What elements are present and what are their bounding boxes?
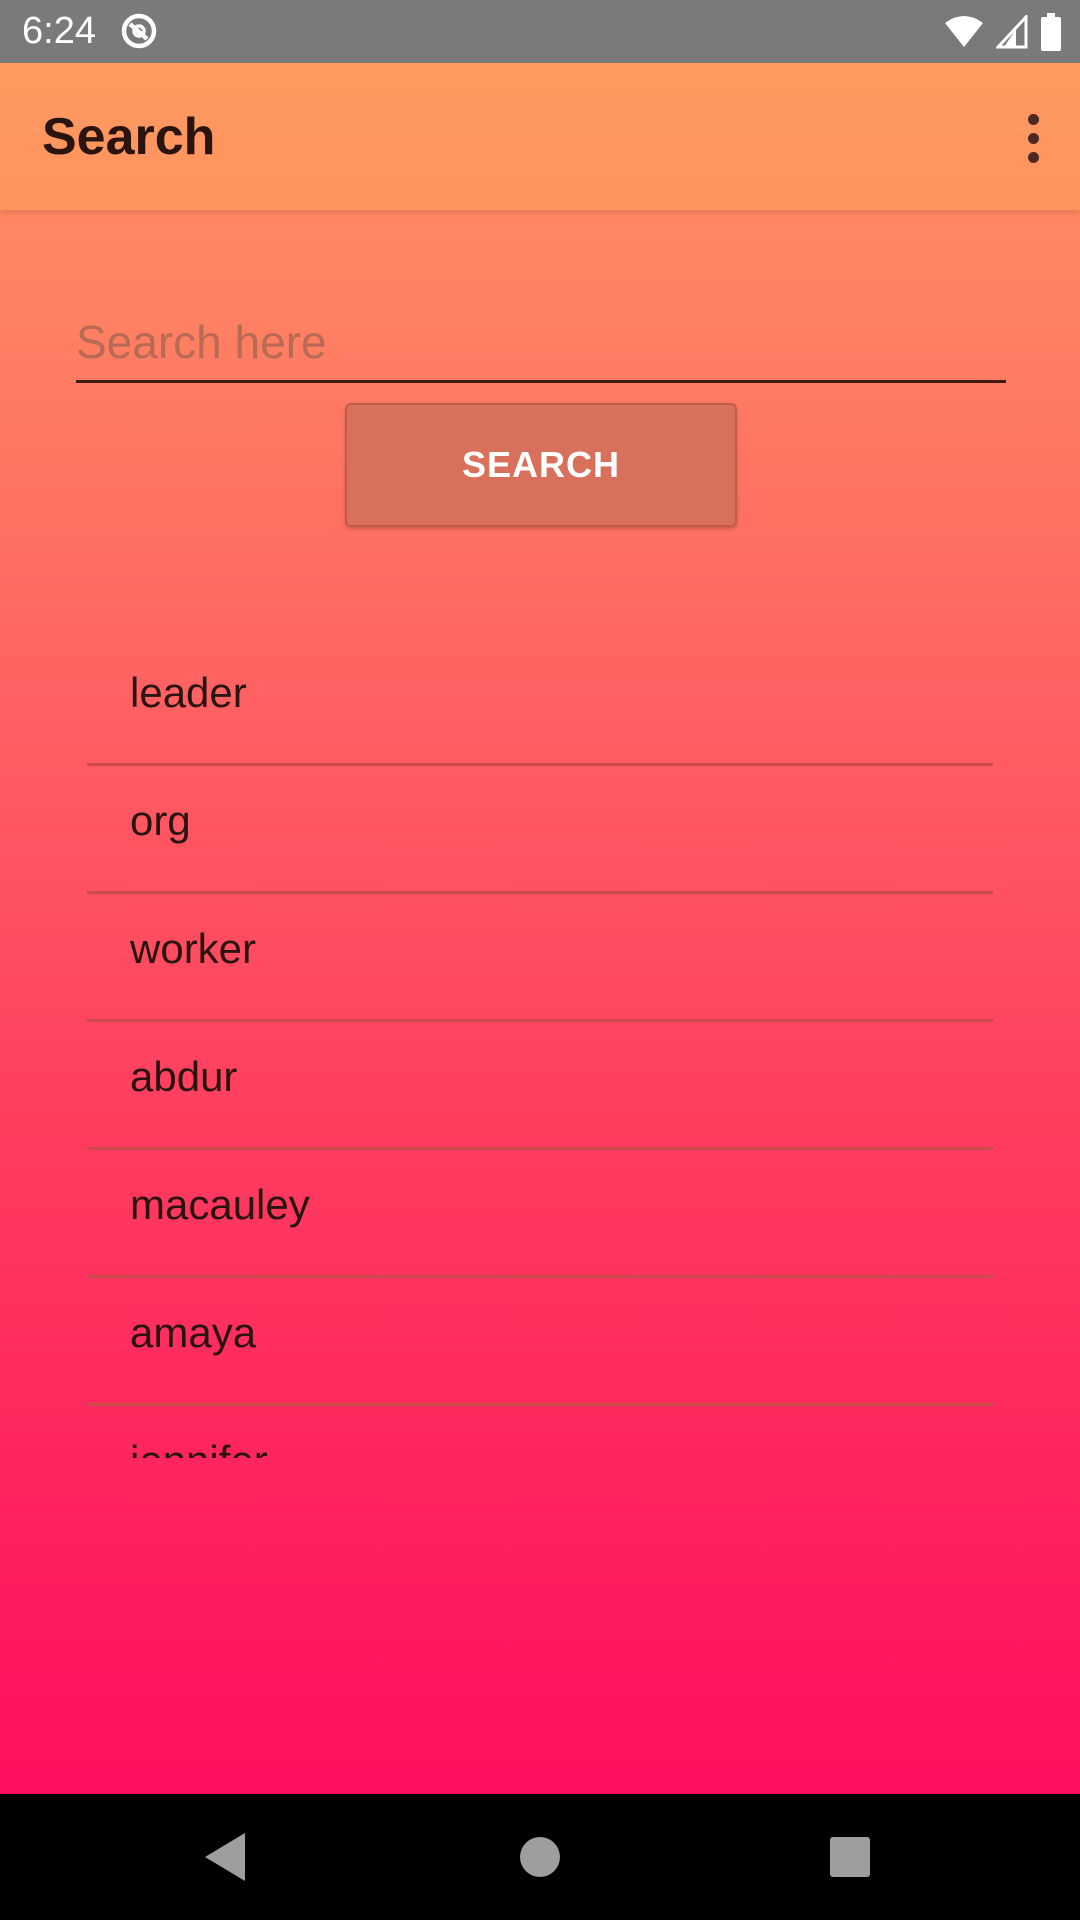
results-list: leader org worker abdur macauley amaya j…	[87, 638, 993, 1458]
battery-icon	[1041, 13, 1061, 51]
cell-signal-icon	[996, 15, 1028, 49]
status-time: 6:24	[22, 10, 96, 52]
list-item-label: macauley	[130, 1181, 310, 1228]
back-icon	[205, 1833, 245, 1881]
status-bar: 6:24	[0, 0, 1080, 63]
app-content: Search SEARCH leader org worker abdur	[0, 63, 1080, 1794]
list-item[interactable]: jennifer	[87, 1406, 993, 1458]
app-bar: Search	[0, 63, 1080, 210]
menu-dot	[1027, 132, 1039, 144]
list-item-label: jennifer	[130, 1436, 268, 1458]
menu-dot	[1027, 113, 1039, 125]
home-button[interactable]	[505, 1822, 575, 1892]
list-item-label: worker	[130, 925, 257, 972]
overflow-menu-icon[interactable]	[998, 103, 1068, 173]
home-icon	[520, 1837, 560, 1877]
list-item[interactable]: worker	[87, 894, 993, 1022]
search-button[interactable]: SEARCH	[345, 403, 737, 527]
back-button[interactable]	[190, 1822, 260, 1892]
android-screen: 6:24 Search Search here SEARCH leader or…	[0, 0, 1080, 1920]
wifi-icon	[945, 16, 983, 47]
list-item[interactable]: macauley	[87, 1150, 993, 1278]
status-icons	[944, 12, 1062, 52]
list-item[interactable]: org	[87, 766, 993, 894]
recents-icon	[830, 1837, 870, 1877]
list-item-label: leader	[130, 669, 247, 716]
list-item-label: abdur	[130, 1053, 238, 1100]
do-not-disturb-icon	[121, 13, 157, 49]
menu-dot	[1027, 151, 1039, 163]
recents-button[interactable]	[815, 1822, 885, 1892]
navigation-bar	[0, 1794, 1080, 1920]
list-item[interactable]: amaya	[87, 1278, 993, 1406]
list-item-label: amaya	[130, 1309, 257, 1356]
list-item[interactable]: abdur	[87, 1022, 993, 1150]
search-input[interactable]	[76, 303, 1006, 383]
list-item[interactable]: leader	[87, 638, 993, 766]
page-title: Search	[42, 108, 216, 166]
list-item-label: org	[130, 797, 191, 844]
